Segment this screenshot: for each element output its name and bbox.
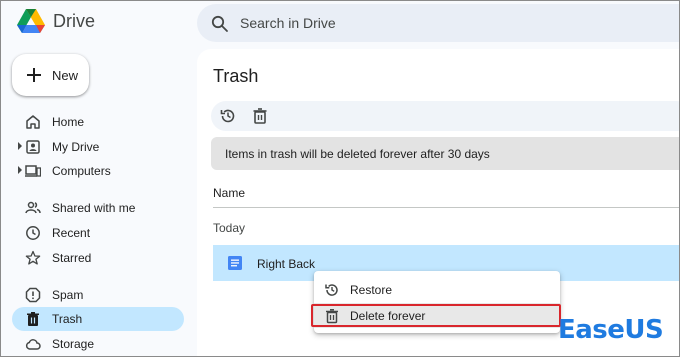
- sidebar-item-label: Home: [52, 115, 85, 129]
- easeus-watermark: EaseUS: [558, 315, 664, 345]
- sidebar-item-spam[interactable]: Spam: [12, 283, 184, 307]
- sidebar-item-label: Starred: [52, 251, 92, 265]
- app-title: Drive: [53, 10, 96, 31]
- plus-icon: [27, 68, 41, 82]
- search-bar[interactable]: Search in Drive: [197, 4, 679, 42]
- computers-icon: [25, 165, 41, 177]
- my-drive-icon: [26, 140, 40, 154]
- shared-icon: [25, 201, 41, 214]
- new-button[interactable]: New: [12, 54, 89, 96]
- sidebar-item-label: Shared with me: [52, 201, 136, 215]
- divider: [213, 207, 679, 208]
- sidebar-item-label: Computers: [52, 164, 111, 178]
- trash-info-banner: Items in trash will be deleted forever a…: [211, 137, 679, 170]
- drive-logo-icon: [17, 9, 45, 33]
- sidebar-item-home[interactable]: Home: [12, 110, 184, 134]
- search-icon[interactable]: [211, 15, 229, 33]
- cloud-icon: [25, 339, 41, 350]
- app-window: Drive Search in Drive New Home My Drive …: [0, 0, 680, 357]
- menu-item-restore[interactable]: Restore: [314, 277, 560, 302]
- watermark-text: EaseUS: [558, 315, 664, 345]
- sidebar-item-label: My Drive: [52, 140, 100, 154]
- star-icon: [25, 250, 41, 265]
- banner-text: Items in trash will be deleted forever a…: [225, 147, 490, 161]
- expand-caret-icon[interactable]: [18, 142, 22, 150]
- restore-icon[interactable]: [219, 107, 237, 125]
- toolbar: [211, 101, 679, 131]
- clock-icon: [26, 226, 40, 240]
- docs-icon: [228, 256, 242, 270]
- expand-caret-icon[interactable]: [18, 166, 22, 174]
- sidebar-item-storage[interactable]: Storage: [12, 332, 184, 356]
- sidebar-item-shared-with-me[interactable]: Shared with me: [12, 196, 184, 220]
- sidebar-item-computers[interactable]: Computers: [12, 159, 184, 183]
- column-header-name[interactable]: Name: [213, 186, 245, 200]
- delete-forever-icon[interactable]: [251, 107, 269, 125]
- sidebar-item-starred[interactable]: Starred: [12, 246, 184, 270]
- sidebar-item-label: Trash: [52, 312, 83, 326]
- sidebar-item-recent[interactable]: Recent: [12, 221, 184, 245]
- sidebar-item-trash[interactable]: Trash: [12, 307, 184, 331]
- sidebar-item-label: Spam: [52, 288, 84, 302]
- search-input[interactable]: Search in Drive: [240, 15, 336, 31]
- section-label: Today: [213, 221, 246, 235]
- drive-logo[interactable]: Drive: [17, 9, 95, 33]
- sidebar-item-my-drive[interactable]: My Drive: [12, 135, 184, 159]
- sidebar-item-label: Storage: [52, 337, 95, 351]
- new-button-label: New: [52, 68, 79, 83]
- page-title: Trash: [213, 66, 259, 86]
- file-name: Right Back: [257, 257, 316, 271]
- home-icon: [26, 115, 40, 129]
- trash-icon: [27, 312, 39, 326]
- sidebar-item-label: Recent: [52, 226, 91, 240]
- spam-icon: [25, 287, 41, 303]
- annotation-highlight: [311, 304, 561, 327]
- restore-icon: [325, 284, 338, 296]
- menu-item-label: Restore: [350, 283, 393, 297]
